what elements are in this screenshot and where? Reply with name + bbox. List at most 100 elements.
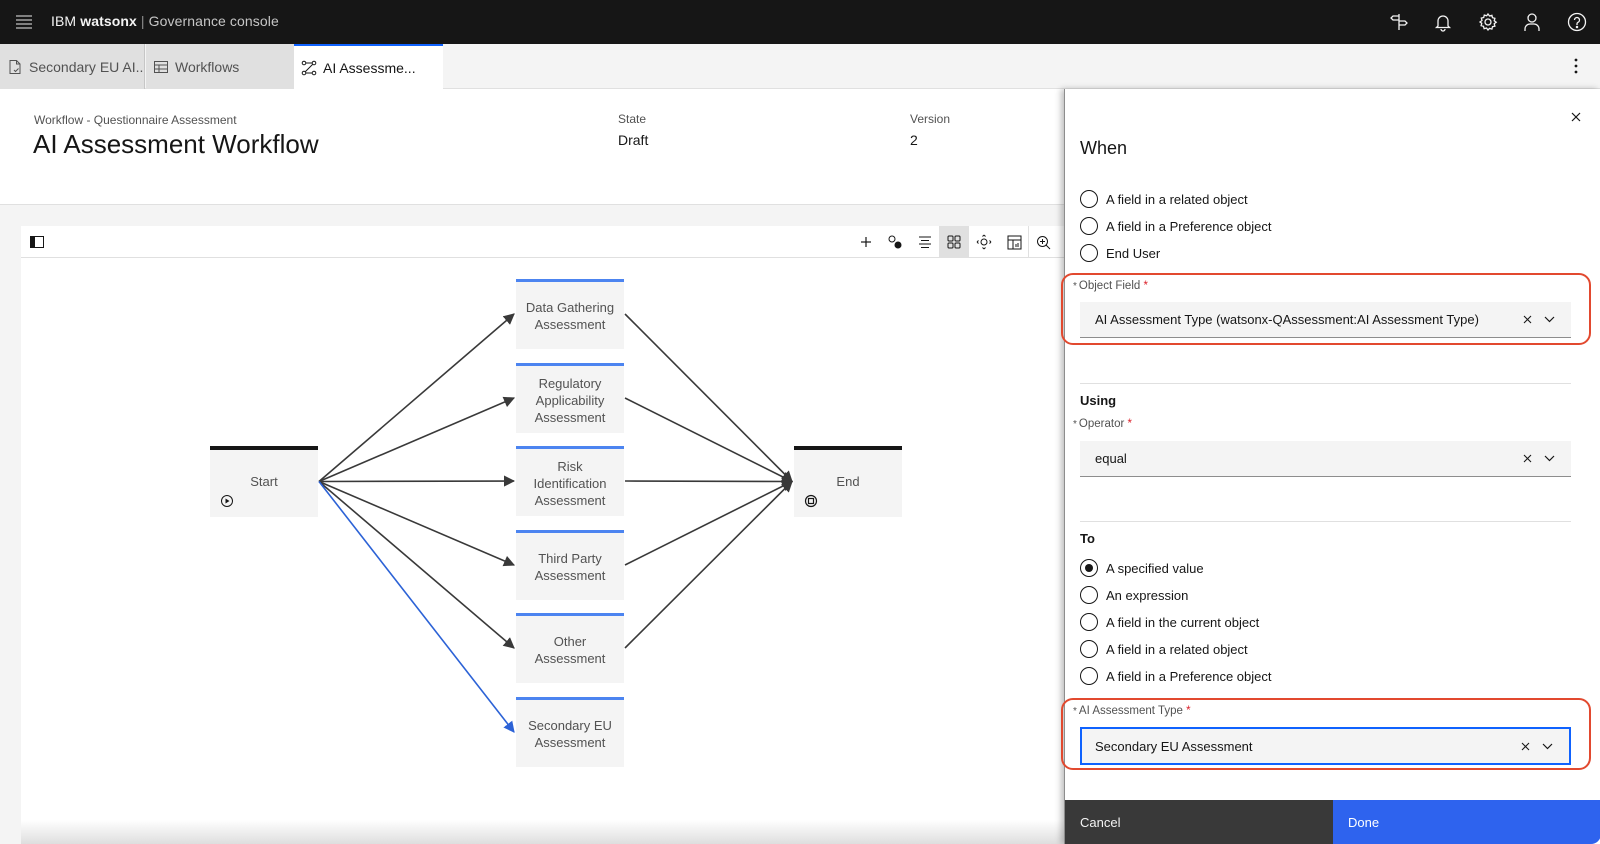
close-icon <box>1523 454 1531 462</box>
edge-data-to-end[interactable] <box>624 313 793 483</box>
add-node-button[interactable] <box>851 226 881 258</box>
to-option-specified-value[interactable]: A specified value <box>1080 559 1204 577</box>
hamburger-menu-button[interactable] <box>8 6 40 38</box>
to-option-related-object[interactable]: A field in a related object <box>1080 640 1248 658</box>
grid-layout-button[interactable] <box>939 226 969 258</box>
workflow-node-start[interactable]: Start <box>210 446 318 517</box>
edge-start-to-reg[interactable] <box>318 396 516 483</box>
close-panel-button[interactable] <box>1564 105 1588 129</box>
workflow-node-end[interactable]: End <box>794 446 902 517</box>
workflow-node-data-gathering[interactable]: Data Gathering Assessment <box>516 279 624 349</box>
radio-label: A field in a related object <box>1106 191 1248 207</box>
tab-secondary-eu-ai[interactable]: Secondary EU AI... <box>0 44 145 89</box>
guide-button[interactable] <box>1383 6 1415 38</box>
radio-label: A field in a Preference object <box>1106 668 1272 684</box>
align-button[interactable] <box>910 226 940 258</box>
radio-label: An expression <box>1106 587 1189 603</box>
tab-workflows[interactable]: Workflows <box>146 44 294 89</box>
to-option-preference-object[interactable]: A field in a Preference object <box>1080 667 1272 685</box>
assessment-type-label: * AI Assessment Type * <box>1073 705 1191 717</box>
edge-start-to-risk[interactable] <box>318 475 516 487</box>
signpost-icon <box>1390 14 1408 30</box>
workflow-node-third-party[interactable]: Third Party Assessment <box>516 530 624 600</box>
edge-reg-to-end[interactable] <box>624 397 794 483</box>
radio-button[interactable] <box>1080 640 1098 658</box>
workflow-node-risk-identification[interactable]: Risk Identification Assessment <box>516 446 624 516</box>
edge-risk-to-end[interactable] <box>624 475 794 488</box>
notifications-button[interactable] <box>1427 6 1459 38</box>
to-option-expression[interactable]: An expression <box>1080 586 1188 604</box>
tab-label: Workflows <box>175 58 240 75</box>
overflow-menu-vertical-icon <box>1574 58 1578 74</box>
edge-start-to-other[interactable] <box>318 480 515 649</box>
help-button[interactable] <box>1561 6 1593 38</box>
edge-start-to-secondary[interactable] <box>318 481 515 733</box>
object-field-value: AI Assessment Type (watsonx-QAssessment:… <box>1095 312 1479 327</box>
version-value: 2 <box>910 132 918 148</box>
settings-button[interactable] <box>1472 6 1504 38</box>
workflow-canvas[interactable]: Start Data Gathering Assessment Regulato… <box>21 226 1071 844</box>
radio-button[interactable] <box>1080 586 1098 604</box>
node-label: Start <box>250 474 278 489</box>
object-field-select[interactable]: AI Assessment Type (watsonx-QAssessment:… <box>1080 302 1571 338</box>
connect-button[interactable] <box>880 226 910 258</box>
cancel-button[interactable]: Cancel <box>1065 800 1333 844</box>
radio-button[interactable] <box>1080 613 1098 631</box>
radio-label: End User <box>1106 245 1161 261</box>
when-option-related-object[interactable]: A field in a related object <box>1080 190 1248 208</box>
edge-other-to-end[interactable] <box>624 480 793 649</box>
clear-selection-button[interactable] <box>1519 311 1535 327</box>
state-value: Draft <box>618 132 649 148</box>
radio-button[interactable] <box>1080 217 1098 235</box>
when-option-preference-object[interactable]: A field in a Preference object <box>1080 217 1272 235</box>
required-indicator: * <box>1186 705 1191 717</box>
help-icon <box>1567 12 1587 32</box>
fit-to-view-button[interactable] <box>969 226 999 258</box>
to-option-current-object[interactable]: A field in the current object <box>1080 613 1259 631</box>
section-divider <box>1080 521 1571 522</box>
chevron-down-icon[interactable] <box>1541 311 1557 327</box>
radio-button[interactable] <box>1080 667 1098 685</box>
table-view-button[interactable] <box>999 226 1029 258</box>
edge-start-to-third[interactable] <box>318 480 516 567</box>
required-indicator: * <box>1127 418 1132 430</box>
done-button[interactable]: Done <box>1333 800 1600 844</box>
page-title: AI Assessment Workflow <box>33 129 319 159</box>
workflow-icon <box>301 60 317 76</box>
operator-label: * Operator * <box>1073 418 1132 430</box>
user-profile-button[interactable] <box>1516 6 1548 38</box>
connect-icon <box>888 235 902 249</box>
align-icon <box>919 236 931 248</box>
edge-start-to-data[interactable] <box>318 313 515 483</box>
tab-ai-assessment-workflow[interactable]: AI Assessme... <box>294 44 443 89</box>
document-icon <box>7 59 23 75</box>
version-label: Version <box>910 112 951 126</box>
radio-button[interactable] <box>1080 244 1098 262</box>
when-option-end-user[interactable]: End User <box>1080 244 1160 262</box>
panel-footer: Cancel Done <box>1065 800 1600 844</box>
brand-separator: | <box>140 13 145 29</box>
table-icon <box>153 59 169 75</box>
node-label: Data Gathering Assessment <box>525 300 615 332</box>
play-icon <box>221 495 233 507</box>
chevron-down-icon[interactable] <box>1539 738 1555 754</box>
operator-select[interactable]: equal <box>1080 441 1571 477</box>
clear-selection-button[interactable] <box>1519 450 1535 466</box>
workflow-node-secondary-eu[interactable]: Secondary EU Assessment <box>516 697 624 767</box>
section-divider <box>1080 383 1571 384</box>
chevron-down-icon[interactable] <box>1541 450 1557 466</box>
close-icon <box>1521 742 1529 750</box>
clear-selection-button[interactable] <box>1517 738 1533 754</box>
workflow-node-regulatory-applicability[interactable]: Regulatory Applicability Assessment <box>516 363 624 433</box>
assessment-type-select[interactable]: Secondary EU Assessment <box>1080 727 1571 765</box>
workflow-node-other[interactable]: Other Assessment <box>516 613 624 683</box>
overflow-menu-button[interactable] <box>1562 52 1590 80</box>
edge-third-to-end[interactable] <box>624 480 794 566</box>
radio-button[interactable] <box>1080 190 1098 208</box>
using-section-title: Using <box>1080 393 1117 408</box>
zoom-in-button[interactable] <box>1028 226 1058 258</box>
radio-button-selected[interactable] <box>1080 559 1098 577</box>
breadcrumb: Workflow - Questionnaire Assessment <box>34 113 237 127</box>
palette-toggle-button[interactable] <box>27 232 47 252</box>
product-name[interactable]: IBM watsonx | Governance console <box>51 13 279 29</box>
